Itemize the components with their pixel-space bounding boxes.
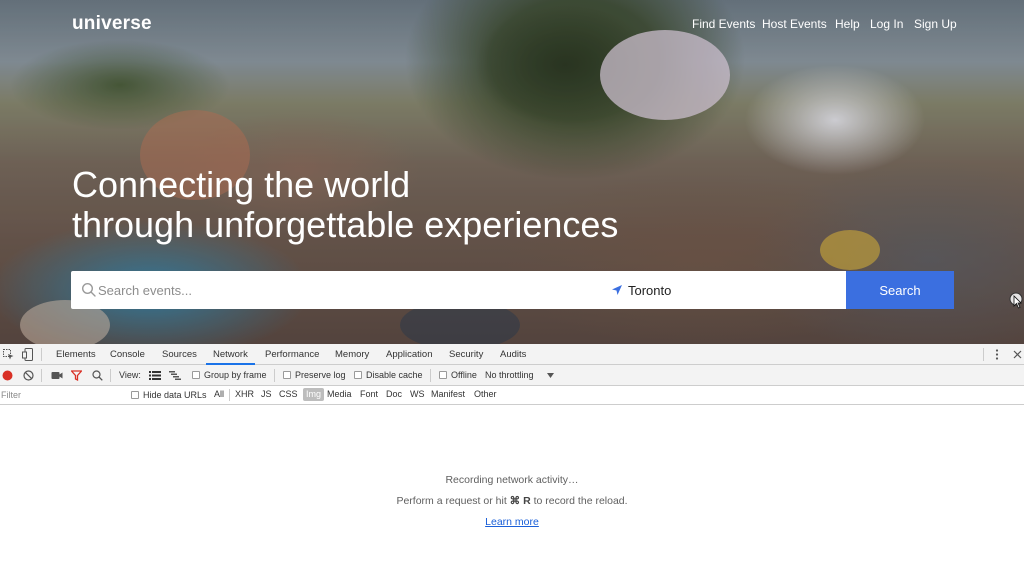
filter-funnel-icon[interactable]	[71, 370, 82, 381]
nav-sign-up[interactable]: Sign Up	[914, 17, 957, 31]
filter-type-doc[interactable]: Doc	[386, 389, 402, 399]
hide-data-urls-checkbox[interactable]	[131, 391, 139, 399]
disable-cache-label: Disable cache	[366, 370, 423, 380]
large-rows-icon[interactable]	[149, 371, 161, 380]
crowd-figure	[820, 230, 880, 270]
toolbar-divider	[274, 369, 275, 382]
waterfall-overview-icon[interactable]	[169, 371, 181, 380]
offline-checkbox[interactable]	[439, 371, 447, 379]
filter-type-all[interactable]: All	[214, 389, 224, 399]
devtools-panel: Elements Console Sources Network Perform…	[0, 344, 1024, 576]
clear-icon[interactable]	[23, 370, 34, 381]
nav-log-in[interactable]: Log In	[870, 17, 903, 31]
filter-type-css[interactable]: CSS	[279, 389, 298, 399]
toolbar-divider	[229, 389, 230, 401]
tab-network[interactable]: Network	[206, 344, 255, 365]
network-empty-state: Recording network activity… Perform a re…	[0, 405, 1024, 576]
filter-type-js[interactable]: JS	[261, 389, 272, 399]
reload-hint-prefix: Perform a request or hit	[396, 495, 507, 507]
tab-elements[interactable]: Elements	[56, 344, 96, 365]
search-icon	[81, 282, 96, 297]
tab-security[interactable]: Security	[449, 344, 483, 365]
toolbar-divider	[110, 369, 111, 382]
inspect-element-icon[interactable]	[3, 349, 14, 360]
record-icon[interactable]	[2, 370, 13, 381]
filter-type-ws[interactable]: WS	[410, 389, 425, 399]
filter-type-manifest[interactable]: Manifest	[431, 389, 465, 399]
group-by-frame-label: Group by frame	[204, 370, 267, 380]
filter-input[interactable]: Filter	[1, 390, 21, 400]
search-box: Toronto	[71, 271, 846, 309]
group-by-frame-checkbox[interactable]	[192, 371, 200, 379]
hero-banner: universe Find Events Host Events Help Lo…	[0, 0, 1024, 344]
top-navigation: universe Find Events Host Events Help Lo…	[0, 0, 1024, 48]
headline-line-1: Connecting the world	[72, 164, 411, 205]
network-filter-bar: Filter Hide data URLs All XHR JS CSS Img…	[0, 386, 1024, 405]
screenshot-camera-icon[interactable]	[51, 371, 63, 380]
filter-type-other[interactable]: Other	[474, 389, 497, 399]
hide-data-urls-label: Hide data URLs	[143, 390, 207, 400]
dropdown-arrow-icon[interactable]	[547, 373, 554, 378]
toolbar-divider	[41, 348, 42, 361]
filter-type-font[interactable]: Font	[360, 389, 378, 399]
reload-hint: Perform a request or hit ⌘ R to record t…	[0, 495, 1024, 507]
location-field[interactable]: Toronto	[628, 283, 671, 298]
preserve-log-label: Preserve log	[295, 370, 346, 380]
mouse-cursor-icon	[1009, 292, 1023, 309]
throttling-select[interactable]: No throttling	[485, 370, 534, 380]
event-search-bar: Toronto Search	[71, 271, 954, 309]
reload-hint-suffix: to record the reload.	[533, 495, 628, 507]
nav-help[interactable]: Help	[835, 17, 860, 31]
network-toolbar: View: Group by frame Preserve log Disabl…	[0, 365, 1024, 386]
tab-memory[interactable]: Memory	[335, 344, 369, 365]
nav-find-events[interactable]: Find Events	[692, 17, 755, 31]
more-options-icon[interactable]	[993, 349, 1001, 360]
search-icon[interactable]	[92, 370, 103, 381]
filter-type-media[interactable]: Media	[327, 389, 352, 399]
tab-audits[interactable]: Audits	[500, 344, 526, 365]
disable-cache-checkbox[interactable]	[354, 371, 362, 379]
devtools-tab-bar: Elements Console Sources Network Perform…	[0, 344, 1024, 365]
toolbar-divider	[983, 348, 984, 361]
device-toolbar-icon[interactable]	[22, 348, 33, 361]
reload-shortcut: ⌘ R	[509, 495, 531, 507]
headline-line-2: through unforgettable experiences	[72, 204, 619, 245]
hero-headline: Connecting the world through unforgettab…	[72, 165, 618, 245]
tab-sources[interactable]: Sources	[162, 344, 197, 365]
search-button[interactable]: Search	[846, 271, 954, 309]
offline-label: Offline	[451, 370, 477, 380]
tab-console[interactable]: Console	[110, 344, 145, 365]
view-label: View:	[119, 370, 141, 380]
filter-type-img[interactable]: Img	[303, 388, 325, 401]
preserve-log-checkbox[interactable]	[283, 371, 291, 379]
close-icon[interactable]	[1013, 350, 1022, 359]
location-arrow-icon	[612, 285, 622, 295]
site-logo[interactable]: universe	[72, 13, 152, 35]
learn-more-link[interactable]: Learn more	[485, 516, 539, 528]
tab-performance[interactable]: Performance	[265, 344, 319, 365]
filter-type-xhr[interactable]: XHR	[235, 389, 254, 399]
nav-host-events[interactable]: Host Events	[762, 17, 827, 31]
tab-application[interactable]: Application	[386, 344, 432, 365]
toolbar-divider	[41, 369, 42, 382]
toolbar-divider	[430, 369, 431, 382]
recording-status: Recording network activity…	[445, 474, 579, 486]
search-input[interactable]	[98, 271, 598, 309]
